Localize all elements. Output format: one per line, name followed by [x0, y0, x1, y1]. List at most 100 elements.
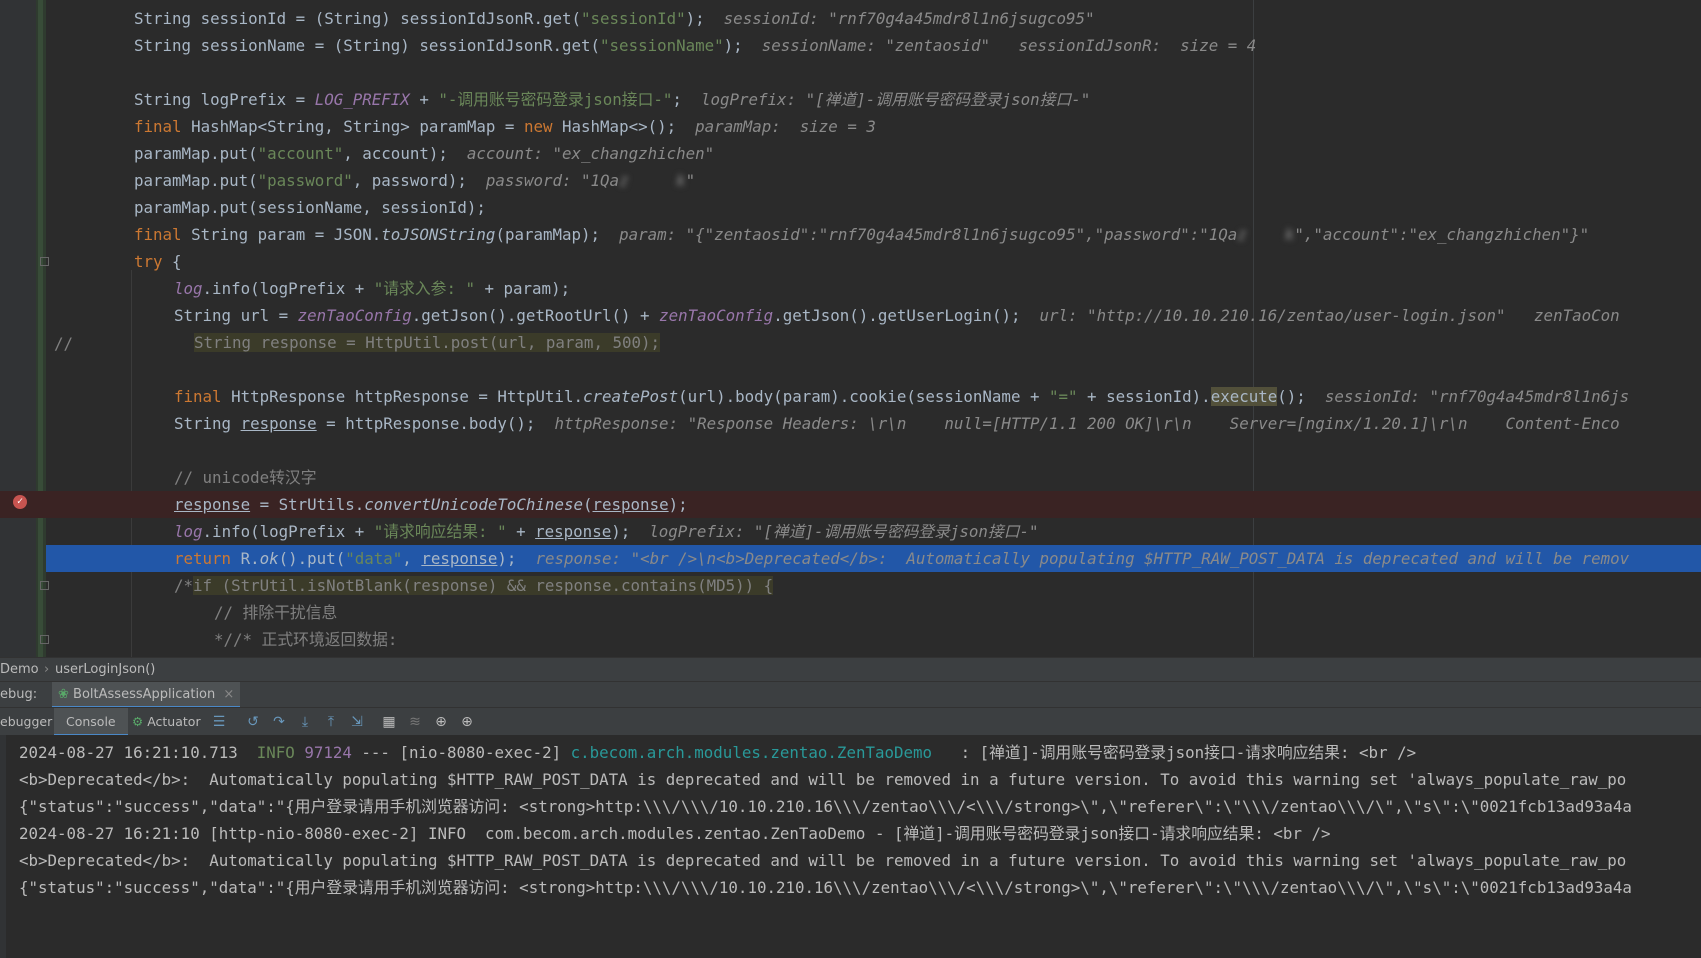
code-token: convertUnicodeToChinese — [364, 495, 583, 514]
debug-label: ebug: — [0, 687, 38, 702]
breakpoint-icon[interactable]: ✓ — [13, 495, 27, 509]
code-line[interactable]: try { — [0, 248, 1701, 275]
code-line[interactable]: paramMap.put("account", account); accoun… — [0, 140, 1701, 167]
code-token: "data" — [345, 549, 403, 568]
code-token: "account" — [257, 144, 344, 163]
current-execution-line[interactable]: return R.ok().put("data", response); res… — [46, 545, 1701, 572]
console-line[interactable]: {"status":"success","data":"{用户登录请用手机浏览器… — [19, 793, 1632, 820]
console-token: INFO — [256, 743, 295, 762]
code-line[interactable]: *//* 正式环境返回数据: — [0, 626, 1701, 653]
code-token: new — [523, 117, 562, 136]
code-line[interactable]: String logPrefix = LOG_PREFIX + "-调用账号密码… — [0, 86, 1701, 113]
code-token: ); — [611, 522, 650, 541]
close-icon[interactable]: × — [223, 687, 234, 702]
console-token: 97124 — [304, 743, 352, 762]
settings-icon[interactable]: ⊕ — [459, 714, 475, 730]
console-line[interactable]: 2024-08-27 16:21:10.713 INFO 97124 --- [… — [19, 739, 1416, 766]
code-token: password: "1Qa — [485, 171, 620, 190]
code-token: String response = HttpUtil.post(url, par… — [194, 333, 661, 352]
code-token: "请求入参: " — [373, 279, 475, 298]
tab-actuator[interactable]: ⚙ Actuator — [132, 708, 201, 736]
tab-actuator-label: Actuator — [147, 714, 201, 729]
code-line[interactable]: paramMap.put(sessionName, sessionId); — [0, 194, 1701, 221]
code-token: ().put( — [278, 549, 346, 568]
code-token: = StrUtils. — [250, 495, 365, 514]
breadcrumb-item[interactable]: userLoginJson() — [55, 658, 155, 682]
mute-breakpoints-icon[interactable]: ⊕ — [433, 714, 449, 730]
code-token: + — [409, 90, 439, 109]
code-token: .getJson().getRootUrl() + — [411, 306, 660, 325]
console-line[interactable]: <b>Deprecated</b>: Automatically populat… — [19, 766, 1626, 793]
console-token: <b>Deprecated</b>: Automatically populat… — [19, 851, 1627, 870]
code-token: // unicode转汉字 — [174, 468, 317, 487]
code-token: " — [685, 171, 696, 190]
evaluate-icon[interactable]: ▦ — [381, 714, 397, 730]
code-token: , — [402, 549, 422, 568]
console-output[interactable]: 2024-08-27 16:21:10.713 INFO 97124 --- [… — [0, 735, 1701, 958]
code-token: paramMap.put(sessionName, sessionId); — [134, 198, 486, 217]
breadcrumb-item[interactable]: Demo — [0, 658, 39, 682]
code-token: ); — [668, 495, 688, 514]
code-token: ; — [672, 90, 701, 109]
rerun-icon[interactable]: ↺ — [245, 714, 261, 730]
threads-menu-icon[interactable]: ☰ — [211, 714, 227, 730]
console-token: {"status":"success","data":"{用户登录请用手机浏览器… — [19, 797, 1632, 816]
console-token: : [禅道]-调用账号密码登录json接口-请求响应结果: <br /> — [932, 743, 1417, 762]
code-token: sessionId: "rnf70g4a45mdr8l1n6js — [1324, 387, 1630, 406]
run-to-cursor-icon[interactable]: ⇲ — [349, 714, 365, 730]
code-token: param: "{"zentaosid":"rnf70g4a45mdr8l1n6… — [619, 225, 1238, 244]
code-line[interactable]: String sessionId = (String) sessionIdJso… — [0, 5, 1701, 32]
trace-icon[interactable]: ≋ — [407, 714, 423, 730]
console-line[interactable]: 2024-08-27 16:21:10 [http-nio-8080-exec-… — [19, 820, 1330, 847]
code-token: paramMap: size = 3 — [695, 117, 876, 136]
code-token: "sessionName" — [600, 36, 724, 55]
console-token[interactable]: c.becom.arch.modules.zentao.ZenTaoDemo — [571, 743, 932, 762]
code-token: { — [172, 252, 182, 271]
console-token: --- [nio-8080-exec-2] — [351, 743, 571, 762]
actuator-icon: ⚙ — [132, 714, 144, 729]
console-line[interactable]: <b>Deprecated</b>: Automatically populat… — [19, 847, 1626, 874]
code-line[interactable]: final HashMap<String, String> paramMap =… — [0, 113, 1701, 140]
debug-session-tab[interactable]: ❀ BoltAssessApplication × — [52, 682, 241, 708]
code-token: ); — [497, 549, 536, 568]
code-token: logPrefix: "[禅道]-调用账号密码登录json接口-" — [649, 522, 1039, 541]
code-line[interactable]: String url = zenTaoConfig.getJson().getR… — [0, 302, 1701, 329]
code-line[interactable]: log.info(logPrefix + "请求响应结果: " + respon… — [0, 518, 1701, 545]
code-token: log — [174, 279, 203, 298]
code-token: "请求响应结果: " — [373, 522, 507, 541]
code-token: toJSONString — [381, 225, 496, 244]
code-token: + param); — [474, 279, 571, 298]
step-over-icon[interactable]: ↷ — [271, 714, 287, 730]
code-line[interactable]: final HttpResponse httpResponse = HttpUt… — [0, 383, 1701, 410]
console-token: 2024-08-27 16:21:10 [http-nio-8080-exec-… — [19, 824, 1331, 843]
code-line[interactable]: /*if (StrUtil.isNotBlank(response) && re… — [0, 572, 1701, 599]
code-line[interactable]: // 排除干扰信息 — [0, 599, 1701, 626]
code-token: final — [174, 387, 232, 406]
code-editor[interactable]: String sessionId = (String) sessionIdJso… — [0, 0, 1701, 657]
breakpoint-line[interactable]: response = StrUtils.convertUnicodeToChin… — [0, 491, 1701, 518]
code-token: ( — [582, 495, 593, 514]
code-token: sessionName: "zentaosid" sessionIdJsonR:… — [761, 36, 1257, 55]
code-token: .info(logPrefix + — [202, 522, 374, 541]
code-line[interactable]: final String param = JSON.toJSONString(p… — [0, 221, 1701, 248]
code-token: "password" — [257, 171, 353, 190]
console-line[interactable]: {"status":"success","data":"{用户登录请用手机浏览器… — [19, 874, 1632, 901]
code-line[interactable]: String sessionName = (String) sessionIdJ… — [0, 32, 1701, 59]
tab-console[interactable]: Console — [54, 708, 128, 736]
tab-debugger[interactable]: ebugger — [0, 708, 52, 736]
code-token: = httpResponse.body(); — [316, 414, 555, 433]
code-token: "sessionId" — [581, 9, 686, 28]
code-token: final — [134, 117, 192, 136]
breadcrumb-separator: › — [44, 662, 50, 677]
code-token: zenTaoConfig — [297, 306, 412, 325]
code-line[interactable]: paramMap.put("password", password); pass… — [0, 167, 1701, 194]
code-line[interactable]: String response = HttpUtil.post(url, par… — [0, 329, 1701, 356]
comment-marker: // — [54, 334, 74, 353]
step-into-icon[interactable]: ⤓ — [297, 714, 313, 730]
step-out-icon[interactable]: ⤒ — [323, 714, 339, 730]
code-line[interactable]: log.info(logPrefix + "请求入参: " + param); — [0, 275, 1701, 302]
code-line[interactable]: String response = httpResponse.body(); h… — [0, 410, 1701, 437]
code-line[interactable]: // unicode转汉字 — [0, 464, 1701, 491]
code-token: String sessionName = (String) sessionIdJ… — [134, 36, 601, 55]
code-token: LOG_PREFIX — [314, 90, 410, 109]
